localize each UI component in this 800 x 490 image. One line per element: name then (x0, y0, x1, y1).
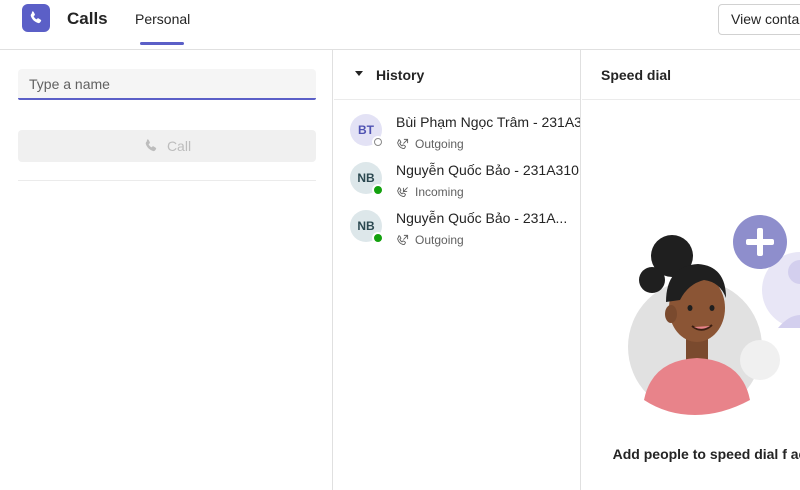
history-header[interactable]: History (334, 50, 580, 100)
contact-name: Bùi Phạm Ngọc Trâm - 231A31 (396, 114, 581, 130)
history-item[interactable]: NB Nguyễn Quốc Bảo - 231A... Outgoing (334, 206, 580, 254)
call-button[interactable]: Call (18, 130, 316, 162)
tab-active-indicator (140, 42, 184, 45)
contact-name: Nguyễn Quốc Bảo - 231A3101 (396, 162, 581, 178)
call-direction: Incoming (396, 185, 464, 199)
outgoing-call-icon (397, 234, 409, 245)
call-direction-label: Outgoing (415, 233, 464, 247)
view-contacts-button[interactable]: View conta (718, 4, 800, 35)
history-item[interactable]: BT Bùi Phạm Ngọc Trâm - 231A31 Outgoing (334, 110, 581, 158)
incoming-call-icon (397, 186, 408, 197)
name-search-input[interactable] (18, 69, 316, 100)
divider (18, 180, 316, 181)
outgoing-call-icon (397, 138, 409, 149)
presence-available-icon (372, 184, 384, 196)
speed-dial-header: Speed dial (582, 50, 800, 100)
call-direction: Outgoing (396, 137, 464, 151)
history-title: History (376, 67, 425, 83)
history-item[interactable]: NB Nguyễn Quốc Bảo - 231A3101 Incoming (334, 158, 581, 206)
app-title: Calls (67, 9, 108, 28)
call-direction-label: Outgoing (415, 137, 464, 151)
speed-dial-empty-message: Add people to speed dial f access. (612, 446, 800, 462)
app-header: Calls Personal View conta (0, 0, 800, 50)
call-direction: Outgoing (396, 233, 464, 247)
call-direction-label: Incoming (415, 185, 464, 199)
phone-icon (145, 139, 157, 152)
tab-personal[interactable]: Personal (135, 11, 190, 27)
presence-offline-icon (372, 136, 384, 148)
dial-panel: Call (0, 50, 333, 490)
collapse-caret-icon[interactable] (355, 71, 363, 76)
history-panel: History BT Bùi Phạm Ngọc Trâm - 231A31 O… (334, 50, 581, 490)
phone-icon (30, 11, 42, 24)
speed-dial-title: Speed dial (601, 67, 672, 83)
speed-dial-panel: Speed dial Add people to speed dial f a (582, 50, 800, 490)
calls-app-icon (22, 4, 50, 32)
contact-name: Nguyễn Quốc Bảo - 231A... (396, 210, 568, 226)
speed-dial-empty-illustration (628, 215, 800, 415)
call-button-label: Call (166, 138, 192, 154)
presence-available-icon (372, 232, 384, 244)
